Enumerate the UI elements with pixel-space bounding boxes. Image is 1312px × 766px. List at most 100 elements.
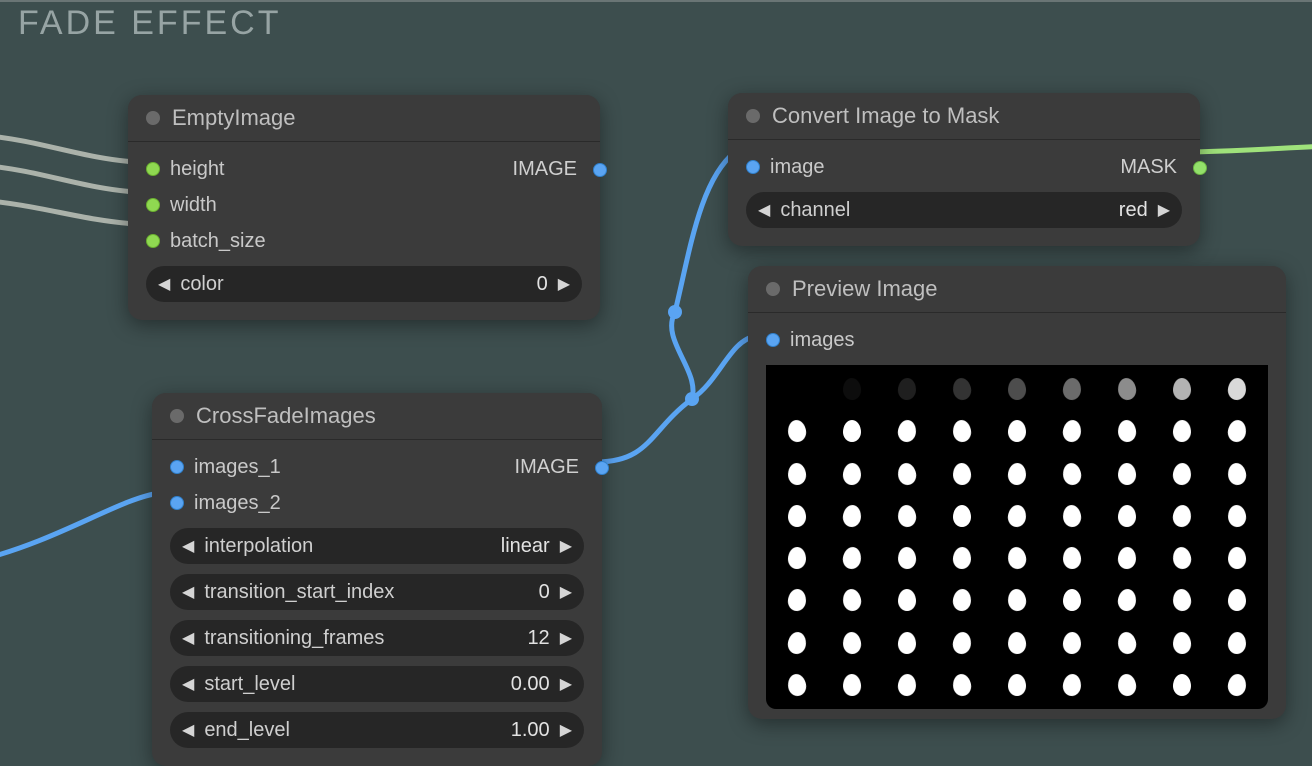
preview-cell [990,496,1043,536]
blob-icon [1007,588,1028,612]
preview-cell [880,454,933,494]
arrow-left-icon[interactable]: ◀ [182,582,194,602]
node-title: Preview Image [792,276,938,302]
canvas[interactable]: FADE EFFECT EmptyImage IMAGE height widt… [0,0,1312,766]
port-icon[interactable] [170,460,184,474]
port-icon[interactable] [593,163,607,177]
blob-icon [786,419,807,443]
node-crossfadeimages[interactable]: CrossFadeImages IMAGE images_1 images_2 … [152,393,602,766]
node-preview-image[interactable]: Preview Image images [748,266,1286,719]
blob-icon [897,673,917,696]
arrow-right-icon[interactable]: ▶ [558,274,570,294]
arrow-left-icon[interactable]: ◀ [182,720,194,740]
preview-cell [880,623,933,663]
blob-icon [787,505,805,527]
node-title: CrossFadeImages [196,403,376,429]
preview-cell [935,411,988,451]
preview-cell [770,623,823,663]
widget-channel[interactable]: ◀ channel red ▶ [746,192,1182,228]
input-images[interactable]: images [766,325,1268,355]
preview-cell [1211,665,1264,705]
blob-icon [843,420,861,442]
blob-icon [951,630,972,655]
preview-cell [1101,411,1154,451]
preview-cell [1156,369,1209,409]
preview-cell [935,538,988,578]
port-icon[interactable] [146,198,160,212]
node-header[interactable]: CrossFadeImages [152,393,602,440]
node-header[interactable]: Convert Image to Mask [728,93,1200,140]
preview-cell [1156,580,1209,620]
blob-icon [1117,547,1136,570]
arrow-left-icon[interactable]: ◀ [182,628,194,648]
blob-icon [952,547,971,570]
preview-cell [770,369,823,409]
preview-cell [1211,623,1264,663]
preview-cell [1046,369,1099,409]
node-header[interactable]: EmptyImage [128,95,600,142]
preview-cell [990,665,1043,705]
port-icon[interactable] [766,333,780,347]
preview-cell [990,411,1043,451]
arrow-right-icon[interactable]: ▶ [560,582,572,602]
preview-cell [1101,580,1154,620]
preview-cell [1156,496,1209,536]
collapse-dot-icon[interactable] [170,409,184,423]
widget-transition-start-index[interactable]: ◀ transition_start_index 0 ▶ [170,574,584,610]
node-convert-image-to-mask[interactable]: Convert Image to Mask MASK image ◀ chann… [728,93,1200,246]
widget-end-level[interactable]: ◀ end_level 1.00 ▶ [170,712,584,748]
input-width[interactable]: width [146,190,582,220]
port-icon[interactable] [170,496,184,510]
port-icon[interactable] [595,461,609,475]
arrow-right-icon[interactable]: ▶ [560,674,572,694]
input-height[interactable]: height [146,154,582,184]
widget-transitioning-frames[interactable]: ◀ transitioning_frames 12 ▶ [170,620,584,656]
blob-icon [952,462,971,485]
blob-icon [1007,631,1026,654]
collapse-dot-icon[interactable] [146,111,160,125]
widget-value: 0.00 [511,673,550,696]
arrow-right-icon[interactable]: ▶ [560,720,572,740]
preview-cell [1211,369,1264,409]
blob-icon [1006,546,1028,571]
port-icon[interactable] [1193,161,1207,175]
widget-start-level[interactable]: ◀ start_level 0.00 ▶ [170,666,584,702]
preview-cell [825,411,878,451]
widget-color[interactable]: ◀ color 0 ▶ [146,266,582,302]
node-header[interactable]: Preview Image [748,266,1286,313]
blob-icon [951,377,972,402]
blob-icon [841,546,862,571]
blob-icon [897,547,916,570]
input-batch-size[interactable]: batch_size [146,226,582,256]
arrow-left-icon[interactable]: ◀ [182,674,194,694]
input-image[interactable]: image [746,152,1182,182]
preview-cell [935,580,988,620]
preview-cell [880,411,933,451]
port-icon[interactable] [746,160,760,174]
preview-cell [1156,665,1209,705]
arrow-right-icon[interactable]: ▶ [560,628,572,648]
collapse-dot-icon[interactable] [766,282,780,296]
input-label: height [170,158,225,181]
port-icon[interactable] [146,234,160,248]
blob-icon [1063,547,1082,570]
blob-icon [842,504,862,528]
arrow-left-icon[interactable]: ◀ [158,274,170,294]
arrow-right-icon[interactable]: ▶ [1158,200,1170,220]
group-bar [0,0,1312,2]
arrow-right-icon[interactable]: ▶ [560,536,572,556]
preview-cell [880,369,933,409]
port-icon[interactable] [146,162,160,176]
node-emptyimage[interactable]: EmptyImage IMAGE height width batch_size [128,95,600,320]
collapse-dot-icon[interactable] [746,109,760,123]
widget-interpolation[interactable]: ◀ interpolation linear ▶ [170,528,584,564]
blob-icon [1173,378,1191,400]
preview-cell [935,369,988,409]
input-images-1[interactable]: images_1 [170,452,584,482]
preview-cell [1211,496,1264,536]
widget-value: 0 [539,581,550,604]
blob-icon [1062,377,1082,400]
input-images-2[interactable]: images_2 [170,488,584,518]
arrow-left-icon[interactable]: ◀ [182,536,194,556]
arrow-left-icon[interactable]: ◀ [758,200,770,220]
